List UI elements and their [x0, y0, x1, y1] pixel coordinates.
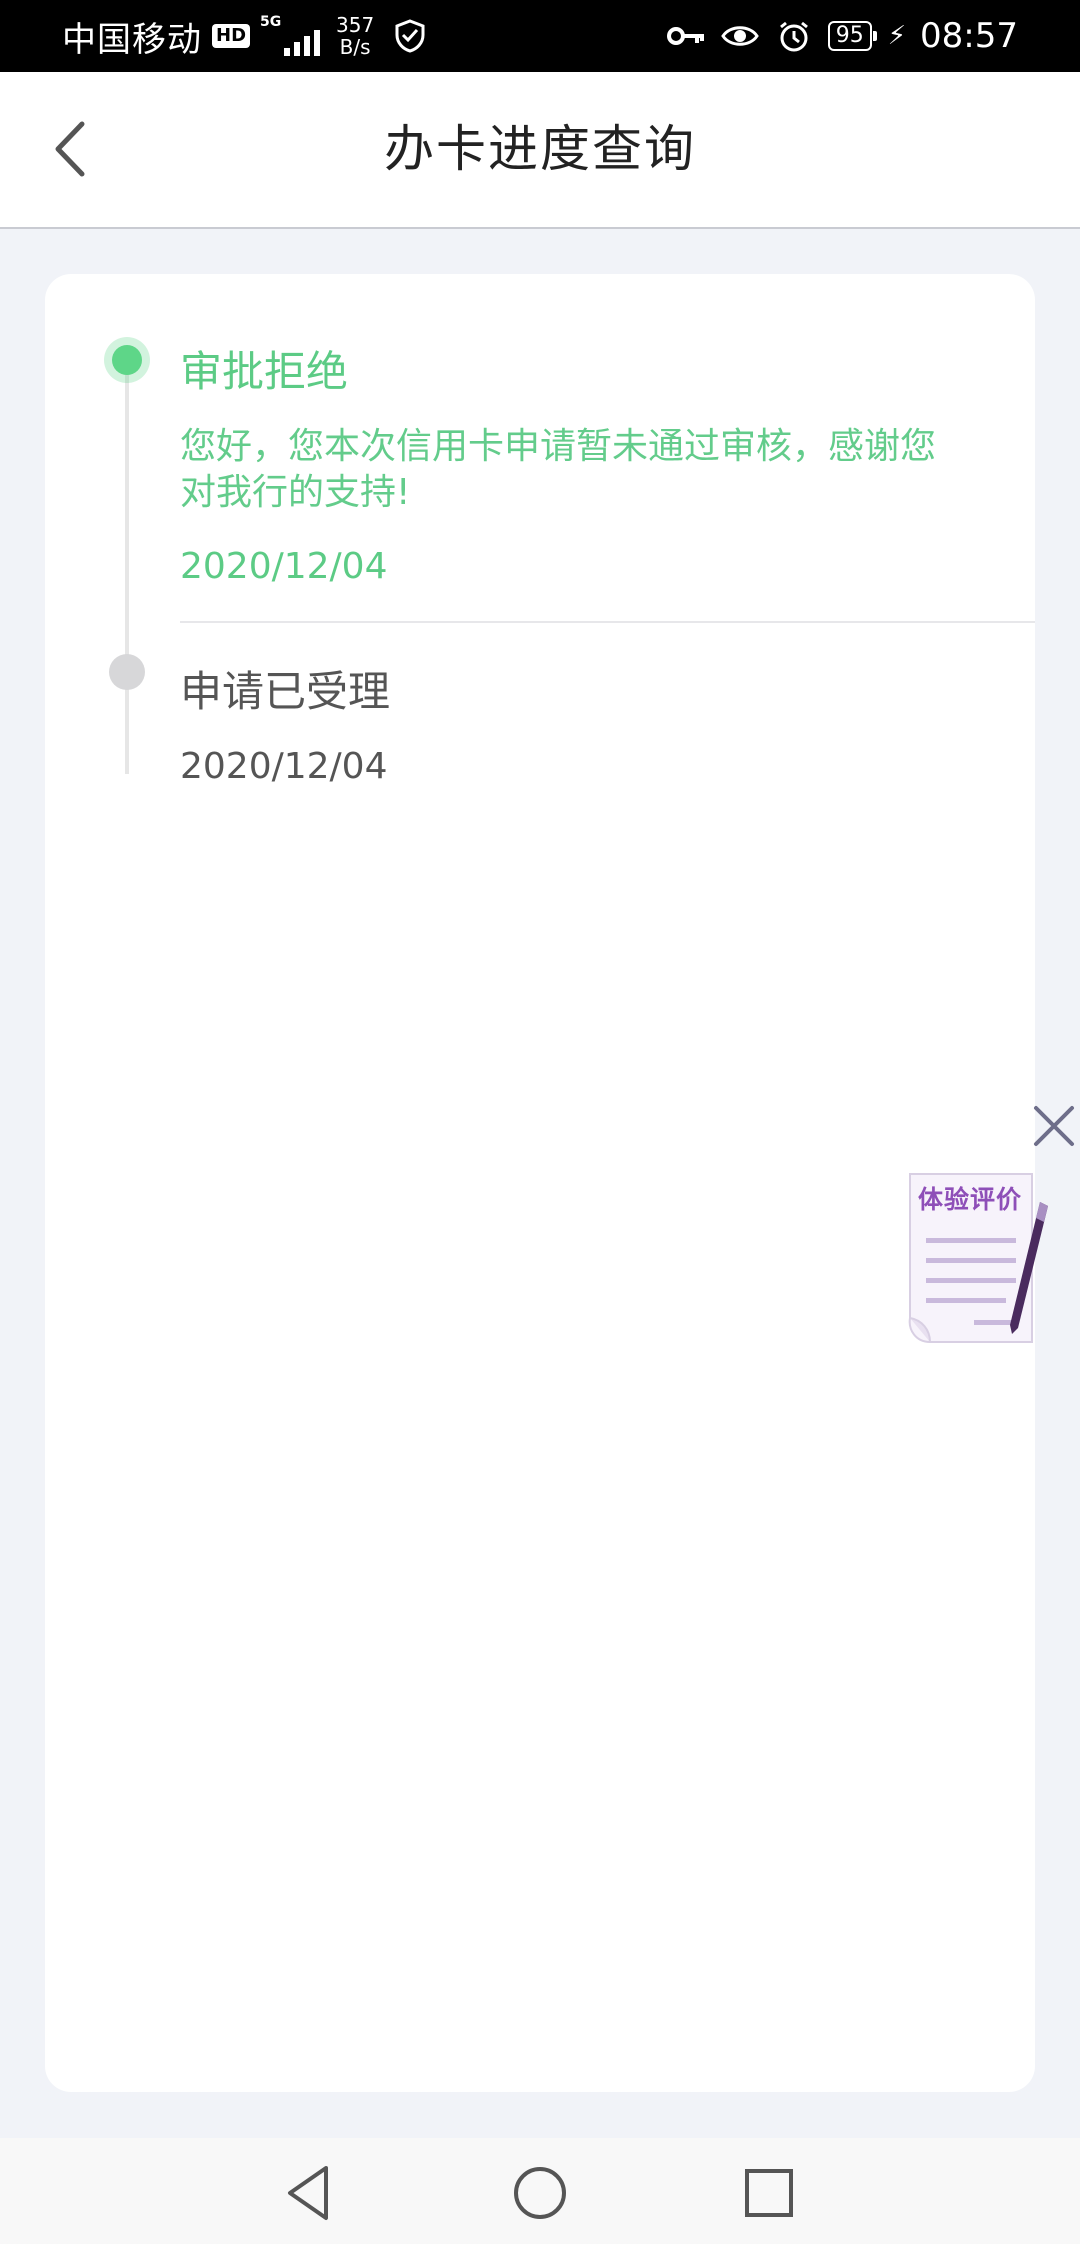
app-header: 办卡进度查询 [0, 72, 1080, 229]
timeline-line [125, 374, 129, 674]
alarm-icon [779, 21, 808, 52]
network-type: 5G [260, 14, 282, 30]
square-recents-icon [745, 2169, 793, 2217]
carrier-name: 中国移动 [62, 19, 202, 60]
circle-home-icon [514, 2167, 566, 2219]
nav-back-button[interactable] [276, 2160, 342, 2226]
status-bar: 中国移动 HD 5G 357 B/s 95 ⚡ 08:57 [0, 0, 1080, 72]
nav-home-button[interactable] [507, 2160, 573, 2226]
close-icon [1034, 1106, 1074, 1146]
progress-card: 审批拒绝 您好，您本次信用卡申请暂未通过审核，感谢您对我行的支持! 2020/1… [45, 274, 1035, 2092]
step-date: 2020/12/04 [180, 546, 388, 587]
step-date: 2020/12/04 [180, 746, 388, 787]
triangle-back-icon [288, 2166, 328, 2220]
feedback-widget[interactable]: 体验评价 [900, 1170, 1050, 1355]
speed-value: 357 [336, 13, 375, 37]
speed-unit: B/s [339, 35, 371, 59]
navigation-bar [0, 2138, 1080, 2244]
key-icon [666, 27, 704, 45]
timeline-line [125, 684, 129, 774]
step-message: 您好，您本次信用卡申请暂未通过审核，感谢您对我行的支持! [180, 426, 937, 513]
hd-badge: HD [212, 24, 251, 48]
eye-icon [720, 26, 759, 46]
step-divider [180, 621, 1035, 623]
shield-icon [395, 19, 425, 53]
feedback-close-button[interactable] [1028, 1100, 1080, 1152]
page-title: 办卡进度查询 [384, 120, 696, 178]
timeline-dot-done [109, 654, 145, 690]
clock: 08:57 [920, 16, 1018, 56]
signal-icon: 5G [260, 14, 321, 56]
network-speed: 357 B/s [336, 14, 374, 58]
charging-icon: ⚡ [887, 21, 907, 51]
feedback-label: 体验评价 [918, 1185, 1023, 1214]
step-title-rejected: 审批拒绝 [180, 347, 349, 396]
step-title-accepted: 申请已受理 [180, 667, 391, 716]
battery-indicator: 95 [827, 21, 877, 51]
nav-recents-button[interactable] [736, 2160, 802, 2226]
timeline-dot-active [104, 337, 150, 383]
